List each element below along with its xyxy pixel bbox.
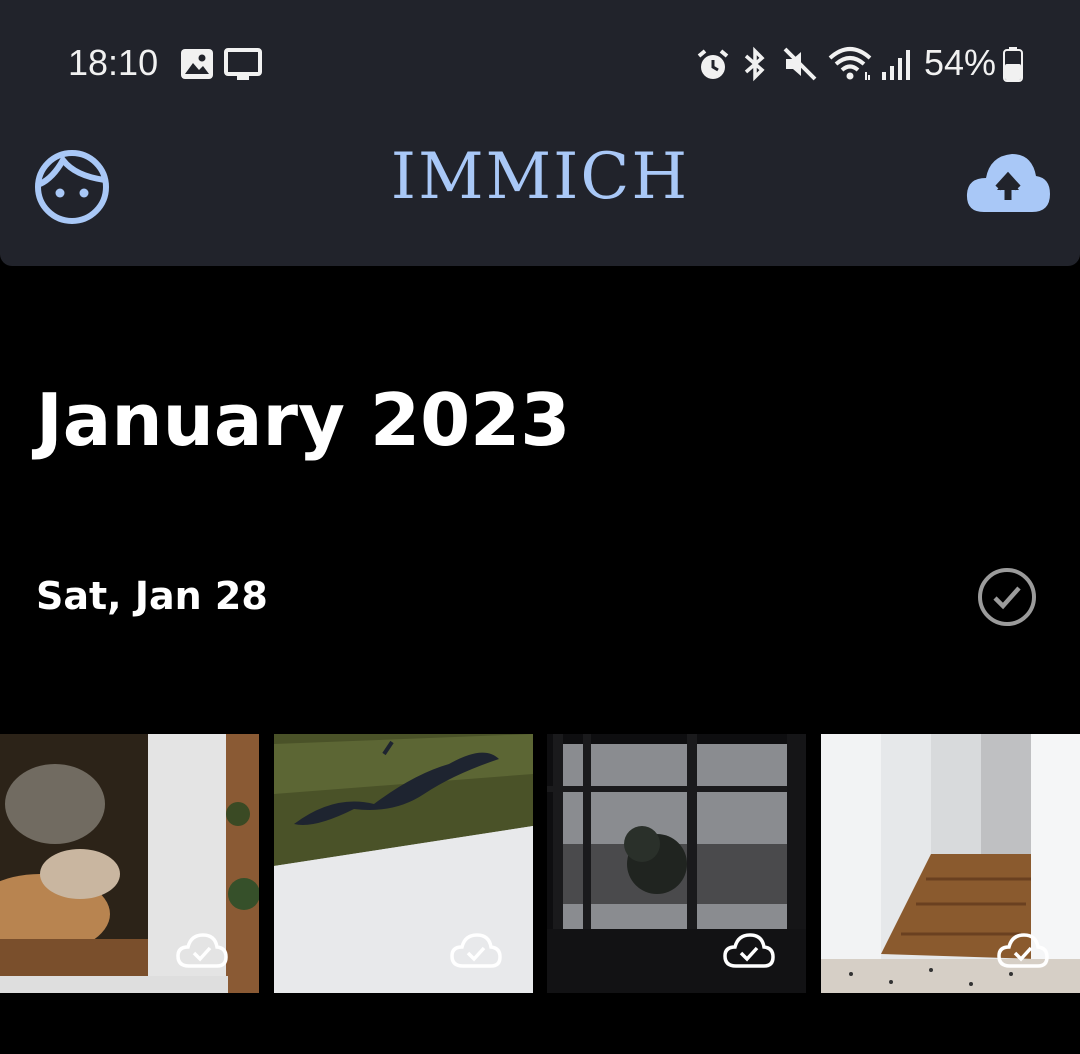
cloud-done-icon (997, 933, 1049, 968)
asset-thumbnail[interactable] (274, 734, 533, 993)
bluetooth-icon (744, 46, 765, 82)
cloud-upload-icon (966, 154, 1050, 212)
upload-button[interactable] (964, 148, 1052, 220)
asset-thumbnail[interactable] (0, 734, 259, 993)
cloud-done-icon (176, 933, 228, 968)
month-title: January 2023 (36, 378, 571, 462)
app-title: IMMICH (390, 140, 690, 214)
gallery-icon (181, 49, 213, 79)
battery-icon (1003, 47, 1023, 82)
asset-thumbnail[interactable] (821, 734, 1080, 993)
mute-icon (783, 47, 817, 81)
wifi-icon (828, 47, 872, 80)
status-time: 18:10 (68, 42, 159, 83)
signal-icon (882, 50, 910, 80)
app-bar: 18:10 54% IMMICH (0, 0, 1080, 266)
battery-percent: 54% (924, 42, 997, 83)
cloud-done-icon (723, 933, 775, 968)
date-label: Sat, Jan 28 (36, 574, 268, 618)
select-day-button[interactable] (976, 566, 1038, 628)
asset-thumbnail[interactable] (547, 734, 806, 993)
cloud-done-icon (450, 933, 502, 968)
screen-cast-icon (224, 48, 262, 80)
status-bar: 18:10 54% (0, 30, 1080, 100)
alarm-icon (697, 49, 729, 79)
check-circle-icon (978, 568, 1036, 626)
